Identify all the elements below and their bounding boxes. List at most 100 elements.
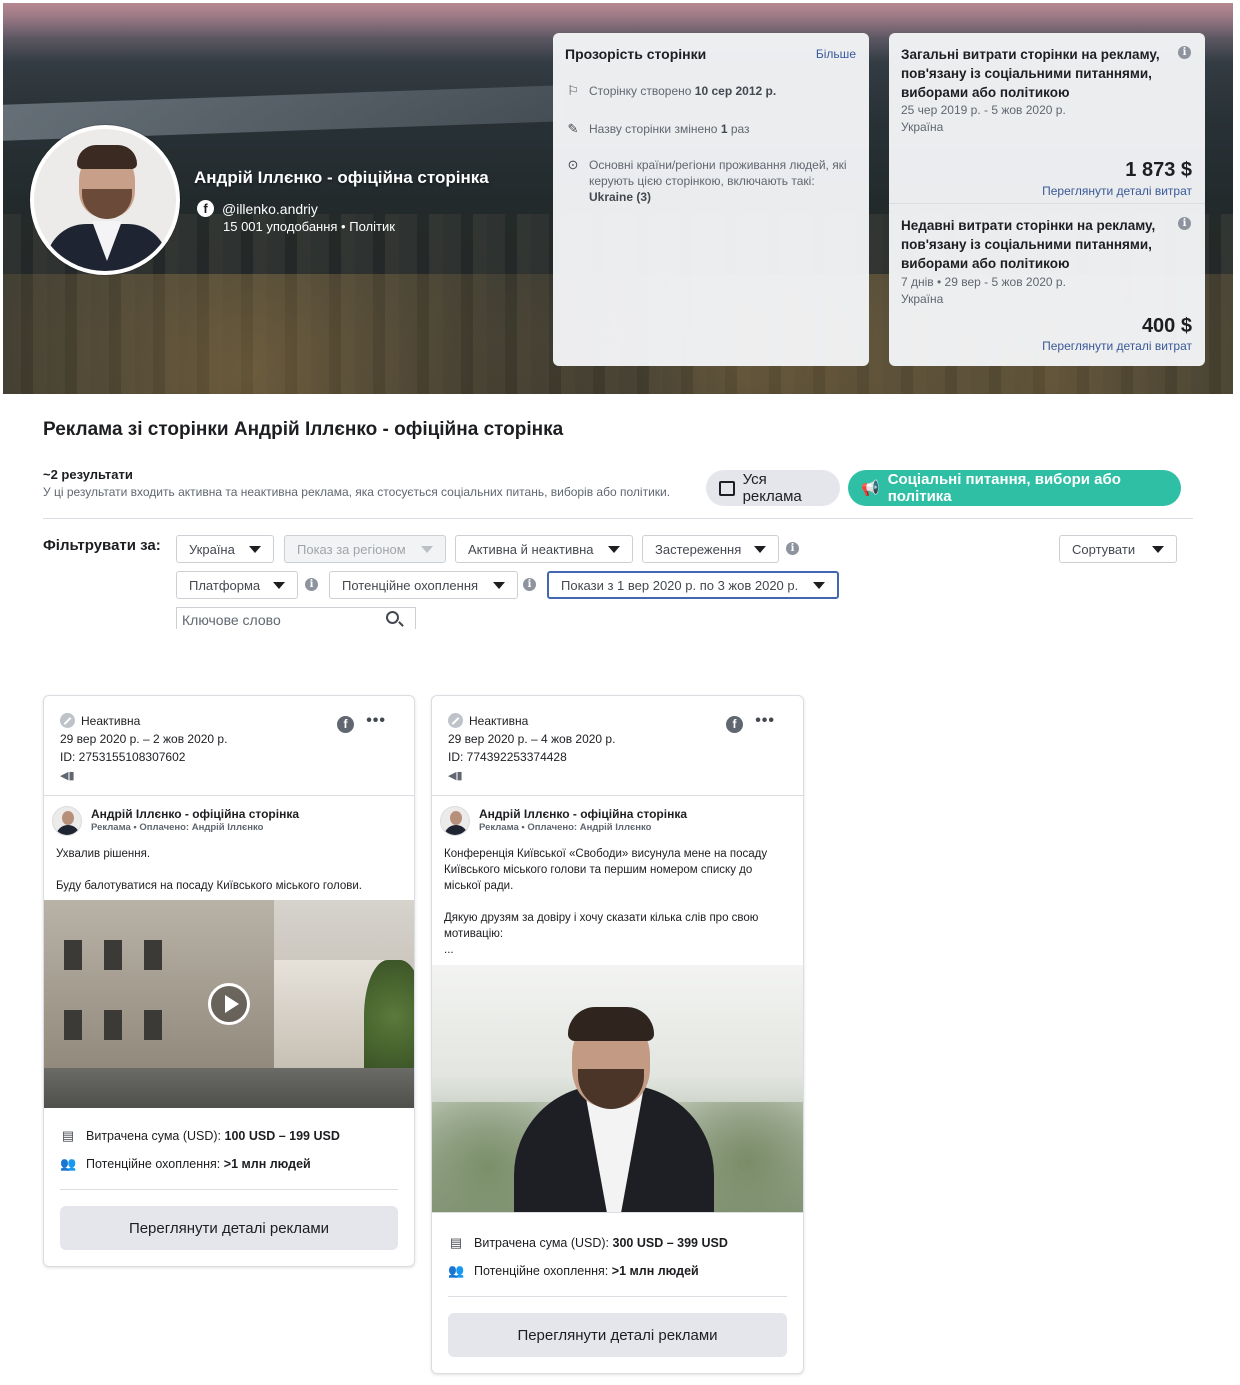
info-icon[interactable]: i — [1178, 46, 1191, 59]
recent-spend-link[interactable]: Переглянути деталі витрат — [1042, 339, 1192, 353]
ad-text: Ухвалив рішення. Буду балотуватися на по… — [56, 846, 401, 894]
social-issues-button[interactable]: 📢 Соціальні питання, вибори або політика — [848, 470, 1181, 506]
inactive-icon — [448, 713, 463, 728]
facebook-icon: f — [337, 716, 354, 733]
platform-value: Платформа — [189, 577, 261, 593]
ad-page-avatar[interactable] — [52, 806, 82, 836]
ad-id: ID: 2753155108307602 — [60, 750, 186, 764]
facebook-icon: f — [726, 716, 743, 733]
ad-dates: 29 вер 2020 р. – 2 жов 2020 р. — [60, 732, 228, 746]
caret-down-icon — [1152, 545, 1164, 553]
ads-frame-icon — [719, 480, 735, 496]
total-spend-link[interactable]: Переглянути деталі витрат — [1042, 184, 1192, 198]
coins-icon: ▤ — [449, 1235, 463, 1250]
ad-page-name[interactable]: Андрій Іллєнко - офіційна сторінка — [479, 807, 687, 821]
flag-icon: ⚐ — [567, 83, 579, 98]
sort-value: Сортувати — [1072, 541, 1136, 557]
more-icon[interactable]: ••• — [366, 712, 386, 730]
page-name[interactable]: Андрій Іллєнко - офіційна сторінка — [194, 168, 489, 188]
info-icon[interactable]: i — [523, 578, 536, 591]
results-note: У ці результати входить активна та неакт… — [43, 485, 671, 499]
keyword-placeholder: Ключове слово — [182, 612, 281, 628]
megaphone-icon: ◀▮ — [448, 770, 463, 782]
ad-card: Неактивна 29 вер 2020 р. – 2 жов 2020 р.… — [43, 695, 415, 1267]
page-handle[interactable]: f @illenko.andriy — [197, 200, 318, 217]
date-range-dropdown[interactable]: Покази з 1 вер 2020 р. по 3 жов 2020 р. — [547, 571, 839, 599]
renamed-count: 1 — [720, 122, 728, 136]
disclaimer-dropdown[interactable]: Застереження — [642, 535, 779, 563]
reach-label: Потенційне охоплення: — [474, 1264, 609, 1278]
caret-down-icon — [754, 545, 766, 553]
ad-sponsor: Реклама • Оплачено: Андрій Іллєнко — [91, 822, 264, 833]
megaphone-icon: 📢 — [861, 480, 880, 497]
spent-line: ▤ Витрачена сума (USD): 100 USD – 199 US… — [60, 1128, 340, 1144]
reach-value: >1 млн людей — [611, 1264, 699, 1278]
social-issues-label: Соціальні питання, вибори або політика — [887, 471, 1121, 505]
ad-text-line: ... — [444, 944, 454, 956]
status-value: Активна й неактивна — [468, 541, 594, 557]
info-icon[interactable]: i — [786, 542, 799, 555]
info-icon[interactable]: i — [305, 578, 318, 591]
caret-down-icon — [421, 545, 433, 553]
status-dropdown[interactable]: Активна й неактивна — [455, 535, 633, 563]
coins-icon: ▤ — [61, 1128, 75, 1143]
ad-text-line — [56, 862, 401, 878]
reach-line: 👥 Потенційне охоплення: >1 млн людей — [60, 1156, 311, 1172]
ad-status: Неактивна — [60, 713, 140, 728]
ad-image[interactable] — [432, 965, 803, 1212]
created-row: ⚐ Сторінку створено 10 сер 2012 р. — [565, 83, 776, 99]
total-spend-amount: 1 873 $ — [1125, 159, 1192, 181]
card-divider — [448, 1296, 787, 1297]
reach-dropdown[interactable]: Потенційне охоплення — [329, 571, 518, 599]
ad-text: Конференція Київської «Свободи» висунула… — [444, 846, 789, 958]
search-icon[interactable] — [386, 611, 399, 624]
info-icon[interactable]: i — [1178, 217, 1191, 230]
countries-row: ⊙ Основні країни/регіони проживання люде… — [565, 157, 855, 205]
section-divider — [43, 518, 1193, 519]
countries-text: Основні країни/регіони проживання людей,… — [589, 158, 847, 188]
card-divider — [44, 795, 414, 796]
page-handle-text: @illenko.andriy — [222, 200, 318, 217]
people-icon: 👥 — [448, 1263, 465, 1278]
spent-value: 100 USD – 199 USD — [224, 1129, 340, 1143]
transparency-more-link[interactable]: Більше — [816, 47, 856, 61]
reach-label: Потенційне охоплення: — [86, 1157, 221, 1171]
ad-status-text: Неактивна — [469, 713, 529, 728]
spent-label: Витрачена сума (USD): — [86, 1129, 222, 1143]
sort-dropdown[interactable]: Сортувати — [1059, 535, 1177, 563]
country-value: Україна — [189, 541, 235, 557]
renamed-suffix: раз — [730, 122, 750, 136]
caret-down-icon — [493, 581, 505, 589]
keyword-search-input[interactable]: Ключове слово — [176, 607, 416, 629]
platform-dropdown[interactable]: Платформа — [176, 571, 298, 599]
recent-spend-country: Україна — [901, 292, 944, 306]
recent-spend-amount: 400 $ — [1141, 315, 1192, 337]
caret-down-icon — [608, 545, 620, 553]
see-ad-details-button[interactable]: Переглянути деталі реклами — [448, 1313, 787, 1357]
play-icon[interactable] — [208, 983, 250, 1025]
megaphone-icon: ◀▮ — [60, 770, 75, 782]
ads-section-title: Реклама зі сторінки Андрій Іллєнко - офі… — [43, 419, 564, 440]
more-icon[interactable]: ••• — [755, 712, 775, 730]
country-dropdown[interactable]: Україна — [176, 535, 274, 563]
page-meta: 15 001 уподобання • Політик — [223, 219, 395, 234]
caret-down-icon — [813, 581, 825, 589]
ad-card: Неактивна 29 вер 2020 р. – 4 жов 2020 р.… — [431, 695, 804, 1374]
total-spend-title: Загальні витрати сторінки на рекламу, по… — [901, 47, 1160, 100]
created-label: Сторінку створено — [589, 84, 692, 98]
profile-avatar[interactable] — [30, 125, 180, 275]
disclaimer-value: Застереження — [655, 541, 742, 557]
see-ad-details-button[interactable]: Переглянути деталі реклами — [60, 1206, 398, 1250]
renamed-label: Назву сторінки змінено — [589, 122, 718, 136]
card-divider — [432, 795, 803, 796]
total-spend-panel: Загальні витрати сторінки на рекламу, по… — [889, 33, 1205, 203]
ad-page-name[interactable]: Андрій Іллєнко - офіційна сторінка — [91, 807, 299, 821]
ad-video-thumbnail[interactable] — [44, 900, 414, 1108]
reach-value: >1 млн людей — [223, 1157, 311, 1171]
ad-page-avatar[interactable] — [440, 806, 470, 836]
ad-text-line: Дякую друзям за довіру і хочу сказати кі… — [444, 912, 759, 940]
all-ads-button[interactable]: Уся реклама — [706, 470, 840, 506]
ad-text-line: Ухвалив рішення. — [56, 848, 151, 860]
ad-status: Неактивна — [448, 713, 528, 728]
spent-value: 300 USD – 399 USD — [612, 1236, 728, 1250]
